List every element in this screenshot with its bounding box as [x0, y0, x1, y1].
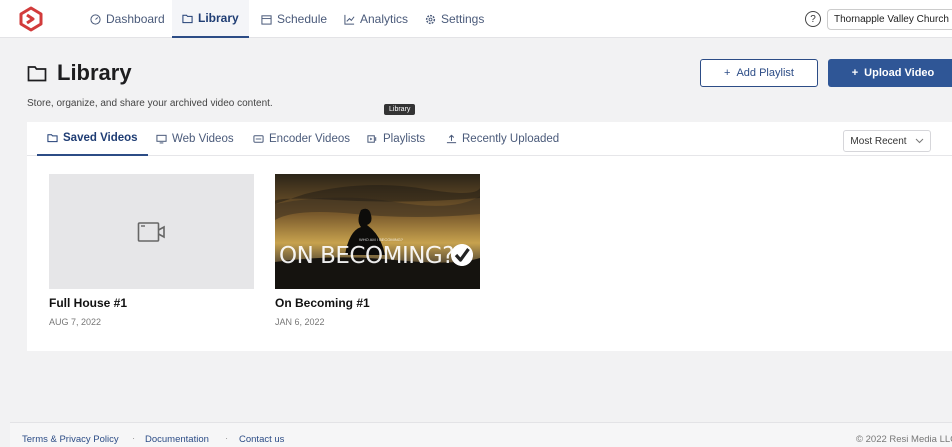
- nav-schedule[interactable]: Schedule: [261, 0, 327, 38]
- tab-web-videos-label: Web Videos: [172, 133, 234, 145]
- nav-dashboard-label: Dashboard: [106, 12, 165, 26]
- library-panel: Saved Videos Web Videos Encoder Videos P…: [27, 122, 952, 351]
- plus-icon: +: [724, 67, 731, 79]
- upload-video-button[interactable]: + Upload Video: [828, 59, 952, 87]
- add-playlist-button[interactable]: + Add Playlist: [700, 59, 818, 87]
- thumbnail-text: ON BECOMING?: [279, 243, 454, 269]
- video-date: JAN 6, 2022: [275, 317, 325, 327]
- copyright: © 2022 Resi Media LLC: [856, 434, 952, 445]
- video-title[interactable]: Full House #1: [49, 296, 254, 310]
- thumbnail-caption: WHO AM I BECOMING?: [359, 237, 404, 242]
- terms-link[interactable]: Terms & Privacy Policy: [22, 434, 119, 445]
- page-title: Library: [57, 60, 132, 85]
- calendar-icon: [261, 14, 272, 25]
- checkmark-icon: [451, 244, 473, 266]
- tab-web-videos[interactable]: Web Videos: [156, 122, 234, 156]
- sort-select[interactable]: Most Recent: [843, 130, 931, 152]
- video-date: AUG 7, 2022: [49, 317, 102, 327]
- video-card[interactable]: Full House #1 AUG 7, 2022: [49, 174, 254, 327]
- monitor-icon: [156, 134, 167, 144]
- chevron-down-icon: [915, 138, 923, 144]
- library-tabs: Saved Videos Web Videos Encoder Videos P…: [27, 122, 952, 156]
- sunset-silhouette-image: [275, 174, 480, 289]
- nav-schedule-label: Schedule: [277, 12, 328, 26]
- nav-settings[interactable]: Settings: [425, 0, 484, 38]
- folder-icon: [47, 134, 58, 143]
- footer-separator: ·: [225, 433, 229, 444]
- plus-icon: +: [851, 67, 859, 79]
- organization-selector[interactable]: Thornapple Valley Church: [827, 9, 952, 30]
- documentation-link[interactable]: Documentation: [145, 434, 209, 445]
- tab-recently-uploaded[interactable]: Recently Uploaded: [446, 122, 559, 156]
- video-card[interactable]: WHO AM I BECOMING? ON BECOMING? On Becom…: [275, 174, 480, 327]
- video-thumbnail-placeholder[interactable]: [49, 174, 254, 289]
- video-title[interactable]: On Becoming #1: [275, 296, 480, 310]
- upload-video-label: Upload Video: [864, 67, 935, 79]
- resi-logo-icon[interactable]: [18, 6, 44, 32]
- video-thumbnail[interactable]: WHO AM I BECOMING? ON BECOMING?: [275, 174, 480, 289]
- tooltip: Library: [384, 104, 416, 115]
- video-camera-icon: [137, 221, 165, 242]
- folder-icon: [27, 65, 47, 81]
- nav-dashboard[interactable]: Dashboard: [90, 0, 165, 38]
- tab-encoder-videos-label: Encoder Videos: [269, 133, 350, 145]
- help-icon[interactable]: ?: [805, 11, 821, 27]
- page-header: Library: [27, 60, 132, 86]
- footer: Terms & Privacy Policy · Documentation ·…: [10, 422, 952, 447]
- folder-icon: [182, 14, 193, 23]
- nav-analytics[interactable]: Analytics: [344, 0, 408, 38]
- tab-saved-videos[interactable]: Saved Videos: [37, 122, 148, 156]
- nav-analytics-label: Analytics: [360, 12, 409, 26]
- playlist-icon: [367, 135, 377, 143]
- encoder-icon: [253, 135, 264, 143]
- sort-select-value: Most Recent: [850, 135, 907, 147]
- tab-saved-videos-label: Saved Videos: [63, 132, 138, 144]
- chart-icon: [344, 14, 355, 25]
- add-playlist-label: Add Playlist: [736, 67, 794, 79]
- dashboard-icon: [90, 13, 101, 25]
- tab-playlists[interactable]: Playlists: [367, 122, 425, 156]
- tab-recently-uploaded-label: Recently Uploaded: [462, 133, 560, 145]
- footer-separator: ·: [132, 433, 136, 444]
- nav-library[interactable]: Library: [172, 0, 249, 38]
- tab-encoder-videos[interactable]: Encoder Videos: [253, 122, 350, 156]
- nav-library-label: Library: [198, 11, 239, 25]
- upload-icon: [446, 134, 457, 144]
- tab-playlists-label: Playlists: [383, 133, 426, 145]
- contact-link[interactable]: Contact us: [239, 434, 284, 445]
- top-navigation: Dashboard Library Schedule Analytics Set…: [0, 0, 952, 38]
- page-subtitle: Store, organize, and share your archived…: [27, 98, 273, 109]
- gear-icon: [425, 14, 436, 24]
- nav-settings-label: Settings: [441, 12, 485, 26]
